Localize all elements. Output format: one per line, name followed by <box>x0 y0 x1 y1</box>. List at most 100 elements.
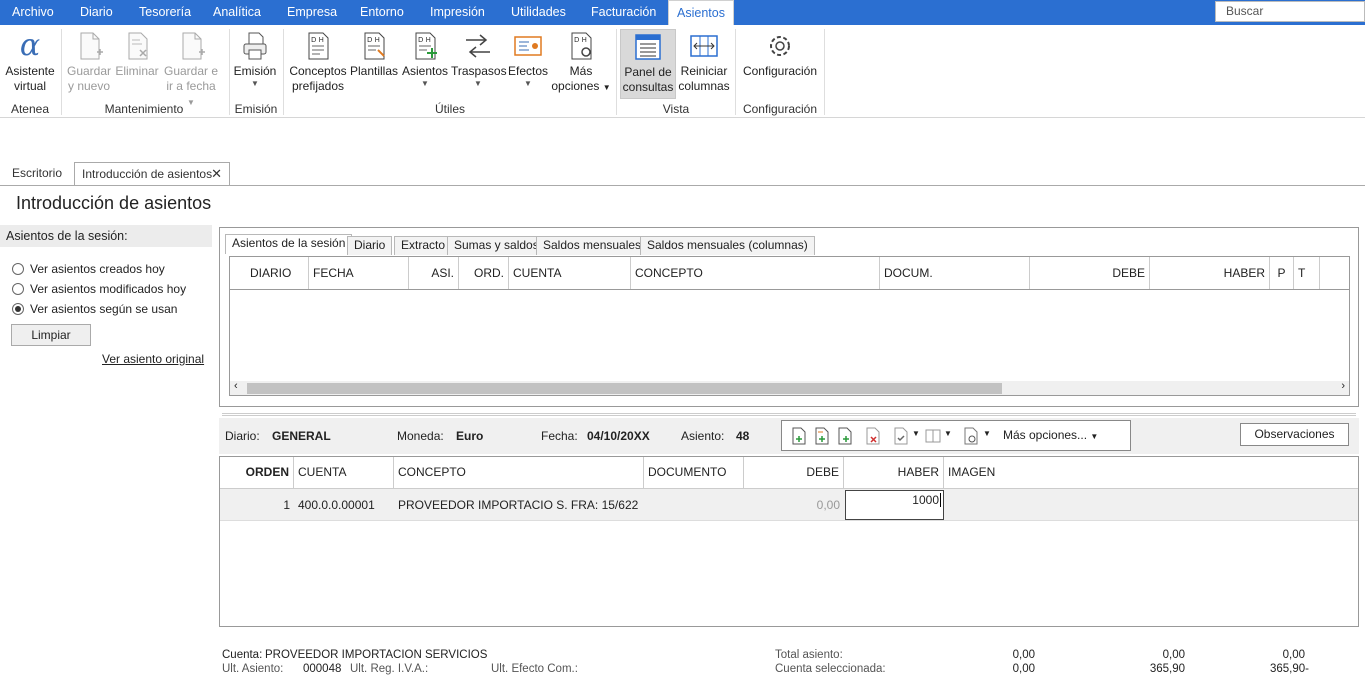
insert-line-icon[interactable] <box>813 427 831 445</box>
reiniciar-columnas-button[interactable]: Reiniciar columnas <box>678 30 730 94</box>
panel-consultas-button[interactable]: Panel de consultas <box>620 29 676 99</box>
template-document-icon: D H <box>364 32 385 60</box>
col-orden[interactable]: ORDEN <box>220 457 294 488</box>
col-concepto[interactable]: CONCEPTO <box>394 457 644 488</box>
effects-icon <box>514 36 542 56</box>
asiento-label: Asiento: <box>681 429 725 443</box>
chevron-down-icon[interactable]: ▼ <box>944 429 952 438</box>
split-line-icon[interactable] <box>924 427 942 445</box>
chevron-right-icon[interactable]: › <box>1341 380 1345 392</box>
col-documento[interactable]: DOCUMENTO <box>644 457 744 488</box>
efectos-button[interactable]: Efectos ▼ <box>506 30 550 89</box>
cell-concepto[interactable]: PROVEEDOR IMPORTACIO S. FRA: 15/622 <box>394 489 644 521</box>
menu-impresion[interactable]: Impresión <box>430 0 485 25</box>
entry-lines-grid: ORDEN CUENTA CONCEPTO DOCUMENTO DEBE HAB… <box>219 456 1359 627</box>
search-input[interactable]: Buscar <box>1215 1 1365 22</box>
col-ord[interactable]: ORD. <box>459 257 509 289</box>
chevron-down-icon[interactable]: ▼ <box>983 429 991 438</box>
guardar-nuevo-button[interactable]: Guardar y nuevo <box>66 30 112 94</box>
traspasos-button[interactable]: Traspasos ▼ <box>451 30 507 89</box>
separator <box>283 29 284 115</box>
text-cursor <box>940 493 941 507</box>
radio-creados-hoy[interactable]: Ver asientos creados hoy <box>12 262 165 276</box>
horizontal-scrollbar[interactable]: ‹ › <box>230 380 1349 395</box>
menu-empresa[interactable]: Empresa <box>287 0 337 25</box>
configuracion-button[interactable]: Configuración <box>740 30 820 79</box>
ver-asiento-original-link[interactable]: Ver asiento original <box>102 352 204 366</box>
menu-tesoreria[interactable]: Tesorería <box>139 0 191 25</box>
delete-line-icon[interactable] <box>864 427 882 445</box>
group-configuracion: Configuración <box>742 102 818 116</box>
menu-facturacion[interactable]: Facturación <box>591 0 656 25</box>
tab-sumas-saldos[interactable]: Sumas y saldos <box>447 236 546 255</box>
col-cuenta[interactable]: CUENTA <box>294 457 394 488</box>
col-diario[interactable]: DIARIO <box>230 257 309 289</box>
col-docum[interactable]: DOCUM. <box>880 257 1030 289</box>
col-asi[interactable]: ASI. <box>409 257 459 289</box>
footer-cuenta-value: PROVEEDOR IMPORTACION SERVICIOS <box>265 649 488 661</box>
diario-value[interactable]: GENERAL <box>272 429 331 443</box>
menu-utilidades[interactable]: Utilidades <box>511 0 566 25</box>
chevron-down-icon[interactable]: ▼ <box>912 429 920 438</box>
col-debe[interactable]: DEBE <box>744 457 844 488</box>
menu-archivo[interactable]: Archivo <box>12 0 54 25</box>
col-t[interactable]: T <box>1294 257 1320 289</box>
close-icon[interactable]: ✕ <box>211 163 222 185</box>
asiento-value[interactable]: 48 <box>736 429 749 443</box>
menu-analitica[interactable]: Analítica <box>213 0 261 25</box>
chevron-left-icon[interactable]: ‹ <box>234 380 238 392</box>
tab-diario[interactable]: Diario <box>347 236 393 255</box>
tab-saldos-mensuales[interactable]: Saldos mensuales <box>536 236 649 255</box>
limpiar-button[interactable]: Limpiar <box>11 324 91 346</box>
cell-documento[interactable] <box>644 489 744 521</box>
tab-asientos-sesion[interactable]: Asientos de la sesión <box>225 234 353 254</box>
fecha-value[interactable]: 04/10/20XX <box>587 429 650 443</box>
menu-entorno[interactable]: Entorno <box>360 0 404 25</box>
conceptos-prefijados-button[interactable]: D H Conceptos prefijados <box>288 30 348 94</box>
mas-opciones-dropdown[interactable]: Más opciones... ▼ <box>1003 428 1098 442</box>
tab-escritorio[interactable]: Escritorio <box>5 162 69 186</box>
radio-segun-se-usan[interactable]: Ver asientos según se usan <box>12 302 177 316</box>
haber-input[interactable]: 1000 <box>845 490 944 520</box>
tab-extracto[interactable]: Extracto <box>394 236 453 255</box>
panel-label-2: consultas <box>622 80 674 94</box>
col-haber[interactable]: HABER <box>1150 257 1270 289</box>
radio-modificados-hoy[interactable]: Ver asientos modificados hoy <box>12 282 186 296</box>
separator <box>735 29 736 115</box>
table-row[interactable]: 1 400.0.0.00001 PROVEEDOR IMPORTACIO S. … <box>220 489 1358 521</box>
asientos-button[interactable]: D H Asientos ▼ <box>400 30 450 89</box>
col-p[interactable]: P <box>1270 257 1294 289</box>
menu-diario[interactable]: Diario <box>80 0 113 25</box>
tab-introduccion-asientos[interactable]: Introducción de asientos ✕ <box>74 162 230 186</box>
cell-orden[interactable]: 1 <box>220 489 294 521</box>
duplicate-line-icon[interactable] <box>836 427 854 445</box>
observaciones-button[interactable]: Observaciones <box>1240 423 1349 446</box>
separator <box>616 29 617 115</box>
add-line-icon[interactable] <box>790 427 808 445</box>
scrollbar-thumb[interactable] <box>247 383 1002 394</box>
radio-circle <box>12 303 24 315</box>
asistente-virtual-button[interactable]: α Asistente virtual <box>4 30 56 94</box>
cell-debe[interactable]: 0,00 <box>744 489 844 521</box>
menu-asientos[interactable]: Asientos <box>668 0 734 26</box>
eliminar-button[interactable]: Eliminar <box>114 30 160 79</box>
guardar-fecha-button[interactable]: Guardar e ir a fecha ▼ <box>162 30 220 110</box>
line-toolbar: ▼ ▼ ▼ Más opciones... ▼ <box>781 420 1131 451</box>
col-concepto[interactable]: CONCEPTO <box>631 257 880 289</box>
col-fecha[interactable]: FECHA <box>309 257 409 289</box>
check-line-icon[interactable] <box>892 427 910 445</box>
cell-cuenta[interactable]: 400.0.0.00001 <box>294 489 394 521</box>
col-cuenta[interactable]: CUENTA <box>509 257 631 289</box>
footer-ult-efecto-label: Ult. Efecto Com.: <box>491 663 578 675</box>
plantillas-button[interactable]: D H Plantillas <box>350 30 398 79</box>
mas-opciones-button[interactable]: D H Más opciones ▼ <box>551 30 611 95</box>
col-haber[interactable]: HABER <box>844 457 944 488</box>
attach-document-icon[interactable] <box>962 427 980 445</box>
col-imagen[interactable]: IMAGEN <box>944 457 1024 488</box>
entry-info-bar: Diario: GENERAL Moneda: Euro Fecha: 04/1… <box>219 418 1359 454</box>
splitter[interactable] <box>222 413 1356 416</box>
tab-saldos-mensuales-columnas[interactable]: Saldos mensuales (columnas) <box>640 236 815 255</box>
emision-button[interactable]: Emisión ▼ <box>232 30 278 89</box>
moneda-value[interactable]: Euro <box>456 429 483 443</box>
col-debe[interactable]: DEBE <box>1030 257 1150 289</box>
